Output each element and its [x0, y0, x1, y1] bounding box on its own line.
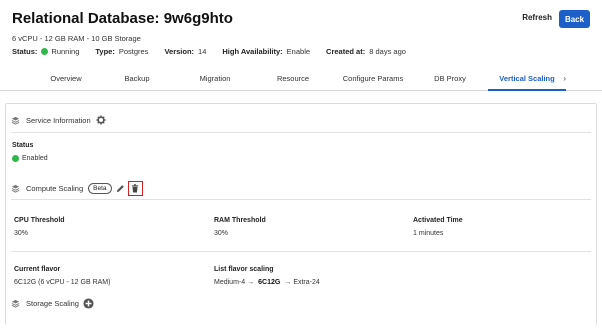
- cpu-threshold-value: 30%: [14, 230, 29, 237]
- compute-scaling-header: Compute Scaling Beta: [11, 181, 143, 196]
- trash-icon: [131, 184, 139, 193]
- version-meta: Version: 14: [164, 47, 206, 56]
- layers-icon: [11, 299, 20, 308]
- refresh-button[interactable]: Refresh: [522, 13, 552, 22]
- version-value: 14: [198, 47, 207, 56]
- service-info-title: Service Information: [26, 115, 91, 125]
- flavor-from: Medium-4: [214, 279, 246, 286]
- page-title: Relational Database: 9w6g9hto: [12, 10, 233, 27]
- flavor-to: Extra-24: [293, 279, 320, 286]
- status-label: Status:: [12, 47, 38, 56]
- divider: [11, 199, 591, 200]
- service-status-text: Enabled: [22, 155, 48, 162]
- beta-badge: Beta: [88, 183, 112, 194]
- tab-scroll-right-icon[interactable]: ›: [563, 67, 566, 91]
- service-info-header: Service Information: [11, 115, 106, 125]
- layers-icon: [11, 116, 20, 125]
- status-value: Running: [51, 47, 80, 56]
- created-meta: Created at: 8 days ago: [326, 47, 406, 56]
- current-flavor-value: 6C12G (6 vCPU - 12 GB RAM): [14, 279, 111, 286]
- service-status-label: Status: [12, 142, 34, 149]
- type-value: Postgres: [118, 47, 149, 56]
- running-status-dot-icon: [41, 48, 49, 55]
- ram-threshold-value: 30%: [214, 230, 229, 237]
- flavor-current: 6C12G: [258, 279, 281, 286]
- service-status-value: Enabled: [12, 155, 48, 162]
- divider: [11, 251, 591, 252]
- tab-vertical-scaling[interactable]: Vertical Scaling: [488, 67, 566, 91]
- arrow-right-icon: →: [284, 279, 292, 286]
- tab-configure-params[interactable]: Configure Params: [338, 67, 408, 91]
- tab-backup[interactable]: Backup: [114, 67, 160, 91]
- pencil-icon[interactable]: [116, 184, 125, 193]
- created-value: 8 days ago: [369, 47, 406, 56]
- tab-db-proxy[interactable]: DB Proxy: [426, 67, 474, 91]
- type-label: Type:: [95, 47, 115, 56]
- storage-scaling-header: Storage Scaling: [11, 298, 94, 309]
- created-label: Created at:: [326, 47, 366, 56]
- ha-meta: High Availability: Enable: [222, 47, 310, 56]
- storage-scaling-title: Storage Scaling: [26, 299, 79, 308]
- list-flavor-value: Medium-4 → 6C12G → Extra-24: [214, 279, 320, 286]
- tab-bar: Overview Backup Migration Resource Confi…: [0, 67, 602, 91]
- ram-threshold-label: RAM Threshold: [214, 217, 266, 224]
- compute-scaling-title: Compute Scaling: [26, 184, 84, 193]
- back-button[interactable]: Back: [559, 10, 590, 28]
- status-meta: Status: Running: [12, 47, 79, 56]
- instance-meta: Status: Running Type: Postgres Version: …: [12, 47, 406, 56]
- divider: [11, 132, 591, 133]
- add-circle-icon[interactable]: [83, 298, 94, 309]
- activated-time-label: Activated Time: [413, 217, 463, 224]
- current-flavor-label: Current flavor: [14, 266, 61, 273]
- tab-overview[interactable]: Overview: [42, 67, 90, 91]
- ha-value: Enable: [286, 47, 311, 56]
- cpu-threshold-label: CPU Threshold: [14, 217, 65, 224]
- activated-time-value: 1 minutes: [413, 230, 444, 237]
- delete-button[interactable]: [127, 181, 143, 196]
- ha-label: High Availability:: [222, 47, 283, 56]
- layers-icon: [11, 184, 20, 193]
- list-flavor-label: List flavor scaling: [214, 266, 274, 273]
- version-label: Version:: [164, 47, 195, 56]
- arrow-right-icon: →: [247, 279, 255, 286]
- enabled-status-dot-icon: [12, 155, 19, 162]
- instance-specs: 6 vCPU - 12 GB RAM - 10 GB Storage: [12, 34, 141, 43]
- type-meta: Type: Postgres: [95, 47, 148, 56]
- tab-migration[interactable]: Migration: [190, 67, 240, 91]
- vertical-scaling-panel: Service Information Status Enabled Compu…: [5, 103, 597, 325]
- gear-icon[interactable]: [96, 115, 106, 125]
- tab-resource[interactable]: Resource: [268, 67, 318, 91]
